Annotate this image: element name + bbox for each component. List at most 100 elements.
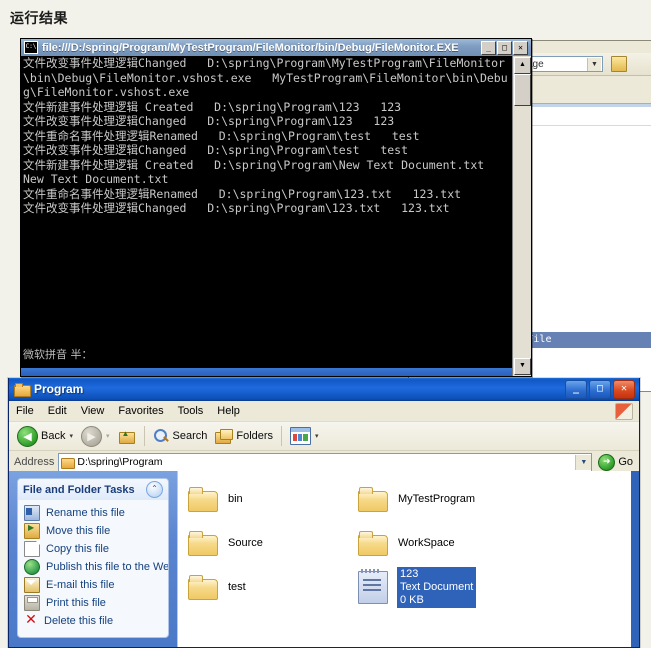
folders-button[interactable]: Folders [211,422,277,450]
menu-help[interactable]: Help [210,403,247,419]
address-input[interactable]: D:\spring\Program ▼ [58,452,593,472]
chevron-down-icon[interactable]: ▾ [106,432,110,440]
task-print-this-file[interactable]: Print this file [24,595,164,611]
file-label: test [228,581,246,593]
maximize-button[interactable]: □ [589,379,611,399]
views-icon [290,427,312,445]
address-value: D:\spring\Program [77,456,163,468]
console-window[interactable]: C:\ file:///D:/spring/Program/MyTestProg… [20,38,532,377]
task-delete-this-file[interactable]: ✕ Delete this file [24,613,164,629]
task-rename-this-file[interactable]: Rename this file [24,505,164,521]
folder-icon [188,530,219,556]
menu-favorites[interactable]: Favorites [111,403,170,419]
back-arrow-icon: ◀ [17,425,38,447]
panel-title: File and Folder Tasks [23,483,135,496]
menu-view[interactable]: View [74,403,112,419]
task-publish-this-file-to-the-web[interactable]: Publish this file to the Web [24,559,168,575]
menu-edit[interactable]: Edit [41,403,74,419]
explorer-titlebar[interactable]: Program _ □ ✕ [9,378,639,401]
file-type: Text Document [400,580,474,593]
file-and-folder-tasks-panel: File and Folder Tasks ⌃ Rename this file… [17,478,169,638]
rename-icon [24,505,40,521]
file-item-test[interactable]: test [182,565,352,609]
file-item-source[interactable]: Source [182,521,352,565]
forward-button[interactable]: ▶ ▾ [77,422,114,450]
publish-web-icon [24,559,40,575]
views-button[interactable]: ▾ [286,422,323,450]
explorer-window-controls: _ □ ✕ [565,379,639,399]
console-title: file:///D:/spring/Program/MyTestProgram/… [42,41,459,54]
menu-tools[interactable]: Tools [171,403,211,419]
address-label: Address [14,456,55,468]
close-button[interactable]: ✕ [613,379,635,399]
chevron-down-icon[interactable]: ▼ [587,58,601,71]
task-email-this-file[interactable]: E-mail this file [24,577,164,593]
task-label: Publish this file to the Web [46,561,169,573]
windows-explorer-window[interactable]: Program _ □ ✕ File Edit View Favorites T… [8,378,640,648]
folder-icon [188,574,219,600]
folder-icon [61,457,76,469]
task-label: Rename this file [46,507,125,519]
scrollbar-thumb[interactable] [514,74,531,106]
file-label: WorkSpace [398,537,455,549]
explorer-file-pane[interactable]: bin MyTestProgram Source WorkSpace test [177,471,639,647]
task-label: Delete this file [44,615,114,627]
back-button[interactable]: ◀ Back ▾ [13,422,77,450]
folders-label: Folders [236,430,274,442]
file-and-folder-tasks-list: Rename this file Move this file Copy thi… [18,500,168,637]
scroll-up-icon[interactable]: ▲ [514,57,531,74]
copy-icon [24,541,40,557]
task-copy-this-file[interactable]: Copy this file [24,541,164,557]
collapse-icon[interactable]: ⌃ [146,481,163,498]
file-label: bin [228,493,243,505]
minimize-icon[interactable]: _ [481,40,496,55]
search-label: Search [172,430,208,442]
explorer-menubar: File Edit View Favorites Tools Help [9,401,639,422]
explorer-sidebar: File and Folder Tasks ⌃ Rename this file… [9,471,177,647]
toolbar-divider [281,426,283,446]
task-label: Print this file [46,597,106,609]
folder-up-icon [118,428,136,445]
task-label: Copy this file [46,543,109,555]
file-name: 123 [400,567,419,580]
file-label: Source [228,537,263,549]
explorer-toolbar: ◀ Back ▾ ▶ ▾ Search Folders ▾ [9,422,639,451]
file-grid: bin MyTestProgram Source WorkSpace test [178,477,639,609]
text-document-icon [358,568,388,604]
file-label: MyTestProgram [398,493,476,505]
vs-toolbar-icon[interactable] [611,56,627,72]
windows-flag-icon [615,403,633,420]
explorer-content: File and Folder Tasks ⌃ Rename this file… [9,471,639,647]
console-scrollbar[interactable]: ▲ ▼ [512,56,531,376]
console-output: 文件改变事件处理逻辑Changed D:\spring\Program\MyTe… [23,56,508,215]
chevron-down-icon[interactable]: ▼ [575,454,592,470]
move-icon [24,523,40,539]
file-and-folder-tasks-header[interactable]: File and Folder Tasks ⌃ [18,479,168,500]
file-pane-scrollbar[interactable] [631,471,639,647]
minimize-button[interactable]: _ [565,379,587,399]
task-move-this-file[interactable]: Move this file [24,523,164,539]
console-body[interactable]: 文件改变事件处理逻辑Changed D:\spring\Program\MyTe… [21,56,531,376]
ime-bar [21,368,513,376]
folder-icon [14,382,31,397]
close-icon[interactable]: ✕ [513,40,528,55]
page-title: 运行结果 [10,11,68,27]
explorer-title: Program [34,382,84,396]
toolbar-divider [143,426,145,446]
file-item-mytestprogram[interactable]: MyTestProgram [352,477,522,521]
file-item-123[interactable]: 123 Text Document 0 KB [352,565,522,609]
file-item-workspace[interactable]: WorkSpace [352,521,522,565]
up-one-level-button[interactable] [114,422,140,450]
chevron-down-icon[interactable]: ▾ [69,432,73,440]
file-label-selected: 123 Text Document 0 KB [397,566,477,608]
chevron-down-icon[interactable]: ▾ [315,432,319,440]
go-button[interactable]: ➜ Go [592,453,639,471]
scroll-down-icon[interactable]: ▼ [514,358,531,375]
search-button[interactable]: Search [149,422,212,450]
search-icon [153,428,170,445]
maximize-icon[interactable]: □ [497,40,512,55]
file-item-bin[interactable]: bin [182,477,352,521]
console-titlebar[interactable]: C:\ file:///D:/spring/Program/MyTestProg… [21,39,531,57]
ime-status-text: 微软拼音 半： [23,348,93,361]
menu-file[interactable]: File [9,403,41,419]
